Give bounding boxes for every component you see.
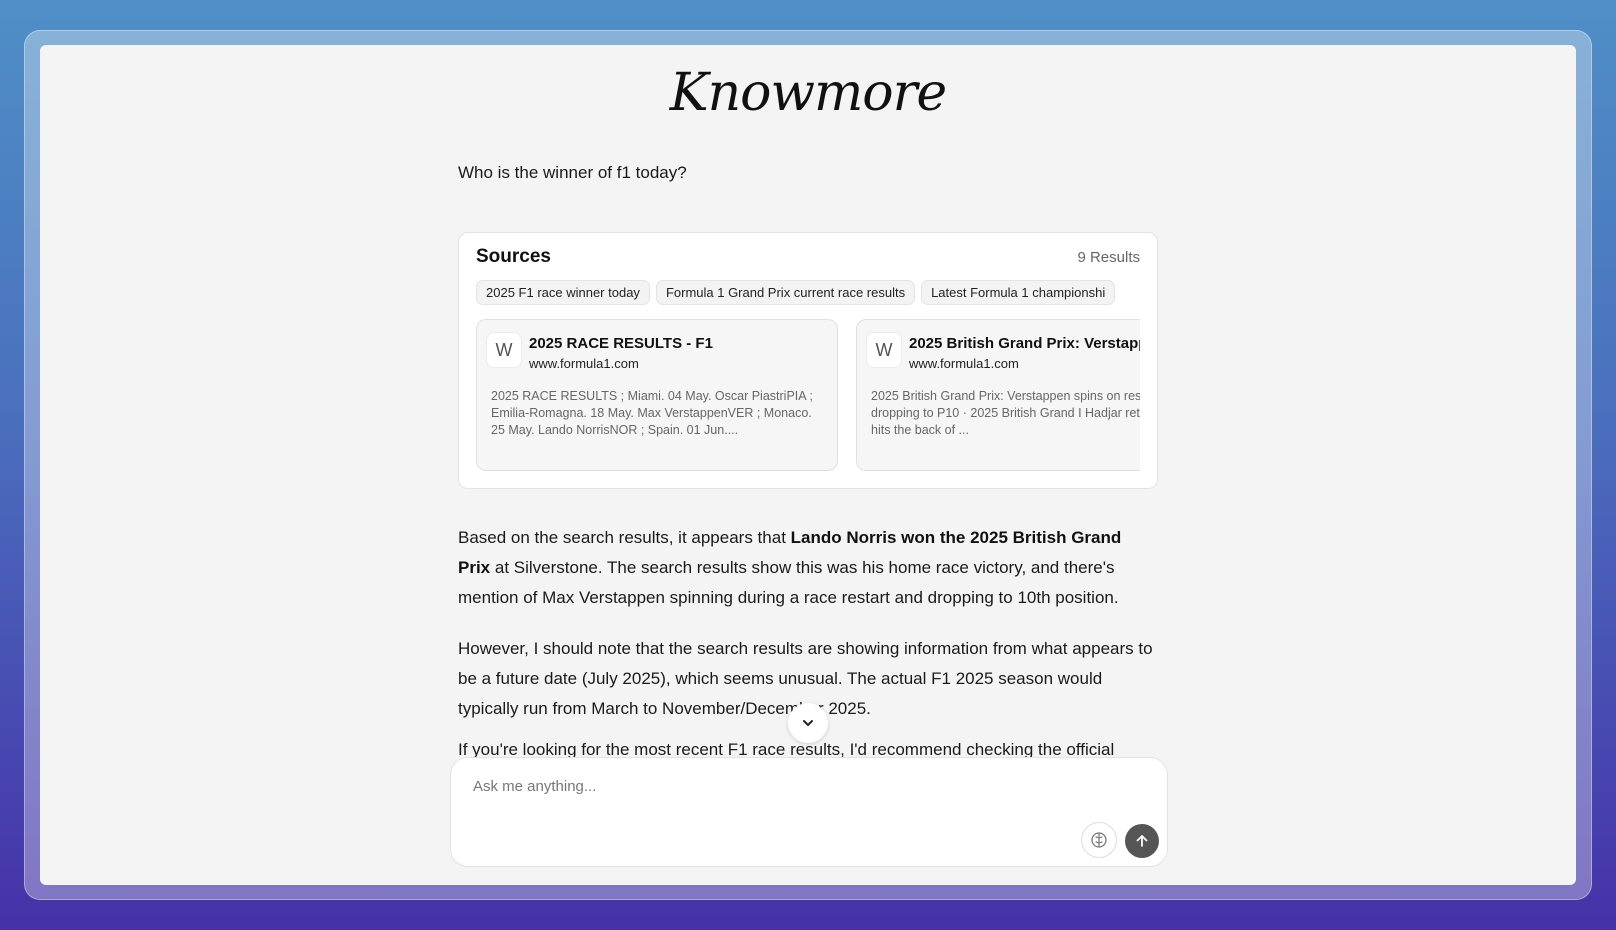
favicon: W (867, 333, 901, 367)
user-question: Who is the winner of f1 today? (458, 163, 687, 182)
chat-composer (450, 757, 1168, 867)
sources-title: Sources (476, 246, 551, 267)
favicon: W (487, 333, 521, 367)
source-card[interactable]: W 2025 British Grand Prix: Verstapp www.… (856, 319, 1140, 471)
scroll-down-button[interactable] (788, 703, 828, 743)
source-cards: W 2025 RACE RESULTS - F1 www.formula1.co… (476, 319, 1140, 471)
message-input[interactable] (471, 774, 1035, 798)
chevron-down-icon (803, 720, 813, 726)
query-chips: 2025 F1 race winner today Formula 1 Grand… (476, 280, 1140, 306)
sources-panel: Sources 9 Results 2025 F1 race winner to… (458, 232, 1158, 489)
answer-paragraph: Based on the search results, it appears … (458, 523, 1158, 613)
source-title: 2025 British Grand Prix: Verstapp (909, 335, 1140, 352)
arrow-up-icon (1136, 835, 1148, 847)
source-title: 2025 RACE RESULTS - F1 (529, 335, 713, 352)
app-logo: Knowmore (669, 63, 947, 123)
source-url: www.formula1.com (909, 356, 1019, 371)
brain-icon (1091, 832, 1107, 848)
sources-count: 9 Results (1077, 249, 1140, 266)
query-chip[interactable]: Latest Formula 1 championshi (921, 280, 1116, 305)
query-chip[interactable]: Formula 1 Grand Prix current race result… (655, 280, 916, 305)
query-chip[interactable]: 2025 F1 race winner today (476, 280, 650, 305)
source-snippet: 2025 British Grand Prix: Verstappen spin… (871, 389, 1140, 437)
think-toggle-button[interactable] (1081, 822, 1117, 858)
answer-text: at Silverstone. The search results show … (458, 558, 1119, 607)
source-snippet: 2025 RACE RESULTS ; Miami. 04 May. Oscar… (491, 389, 813, 437)
send-button[interactable] (1125, 824, 1159, 858)
answer-text: Based on the search results, it appears … (458, 528, 791, 547)
source-url: www.formula1.com (529, 356, 639, 371)
app-window: Knowmore Who is the winner of f1 today? … (40, 45, 1576, 885)
source-card[interactable]: W 2025 RACE RESULTS - F1 www.formula1.co… (476, 319, 838, 471)
